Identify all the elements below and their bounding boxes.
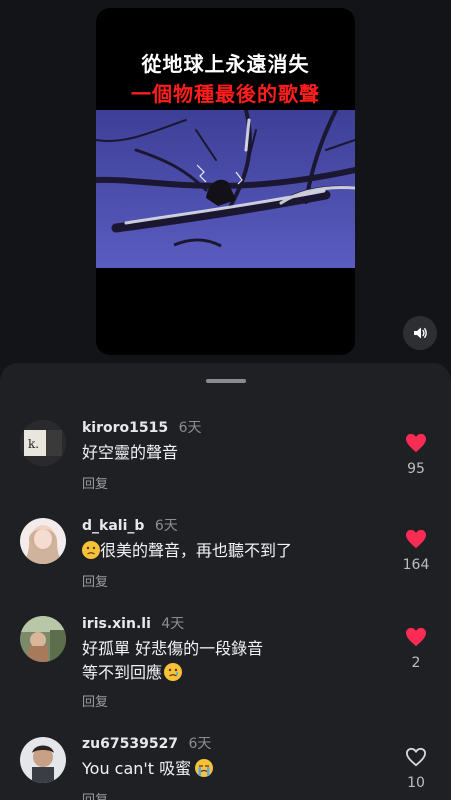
comment-text: 很美的聲音，再也聽不到了 bbox=[82, 539, 292, 563]
reply-button[interactable]: 回复 bbox=[82, 571, 108, 590]
comment-text: You can't 吸蜜 bbox=[82, 757, 214, 781]
reply-button[interactable]: 回复 bbox=[82, 473, 108, 492]
comment-text: 好孤單 好悲傷的一段錄音 等不到回應 bbox=[82, 639, 264, 682]
sad-face-emoji-icon bbox=[164, 663, 183, 681]
comment-username[interactable]: d_kali_b bbox=[82, 518, 144, 534]
sad-face-emoji-icon bbox=[82, 541, 100, 559]
like-button[interactable]: 2 bbox=[398, 627, 434, 671]
comment-username[interactable]: kiroro1515 bbox=[82, 420, 168, 436]
comments-sheet: k. kiroro1515 6天 好空靈的聲音 回复 95 d_kali_b 6… bbox=[0, 363, 451, 800]
comment-time: 6天 bbox=[188, 736, 212, 752]
like-button[interactable]: 95 bbox=[398, 433, 434, 477]
video-frame bbox=[96, 110, 355, 268]
like-button[interactable]: 10 bbox=[398, 747, 434, 791]
video-area: 從地球上永遠消失 一個物種最後的歌聲 bbox=[0, 0, 451, 372]
comment-time: 4天 bbox=[161, 616, 185, 632]
video-title-line1: 從地球上永遠消失 bbox=[141, 52, 310, 76]
comment-text: 好空靈的聲音 bbox=[82, 443, 179, 462]
avatar[interactable] bbox=[20, 518, 66, 564]
avatar[interactable] bbox=[20, 737, 66, 783]
video-title-line2: 一個物種最後的歌聲 bbox=[131, 82, 320, 106]
crying-face-emoji-icon bbox=[195, 759, 214, 777]
heart-icon bbox=[406, 529, 426, 549]
video-player[interactable]: 從地球上永遠消失 一個物種最後的歌聲 bbox=[96, 8, 355, 355]
speaker-icon bbox=[414, 327, 427, 339]
reply-button[interactable]: 回复 bbox=[82, 789, 108, 800]
reply-button[interactable]: 回复 bbox=[82, 691, 108, 710]
sheet-drag-handle[interactable] bbox=[206, 379, 246, 383]
like-button[interactable]: 164 bbox=[398, 529, 434, 573]
avatar[interactable] bbox=[20, 616, 66, 662]
svg-text:k.: k. bbox=[28, 437, 39, 451]
like-count: 164 bbox=[402, 557, 430, 573]
comment-username[interactable]: iris.xin.li bbox=[82, 616, 151, 632]
comment-time: 6天 bbox=[178, 420, 202, 436]
volume-button[interactable] bbox=[403, 316, 437, 350]
like-count: 2 bbox=[411, 655, 421, 671]
like-count: 95 bbox=[407, 461, 425, 477]
heart-outline-icon bbox=[405, 747, 427, 767]
bird-on-branch-image bbox=[96, 110, 355, 268]
comment-time: 6天 bbox=[154, 518, 178, 534]
comment-username[interactable]: zu67539527 bbox=[82, 736, 178, 752]
like-count: 10 bbox=[407, 775, 425, 791]
heart-icon bbox=[406, 627, 426, 647]
avatar[interactable]: k. bbox=[20, 420, 66, 466]
heart-icon bbox=[406, 433, 426, 453]
